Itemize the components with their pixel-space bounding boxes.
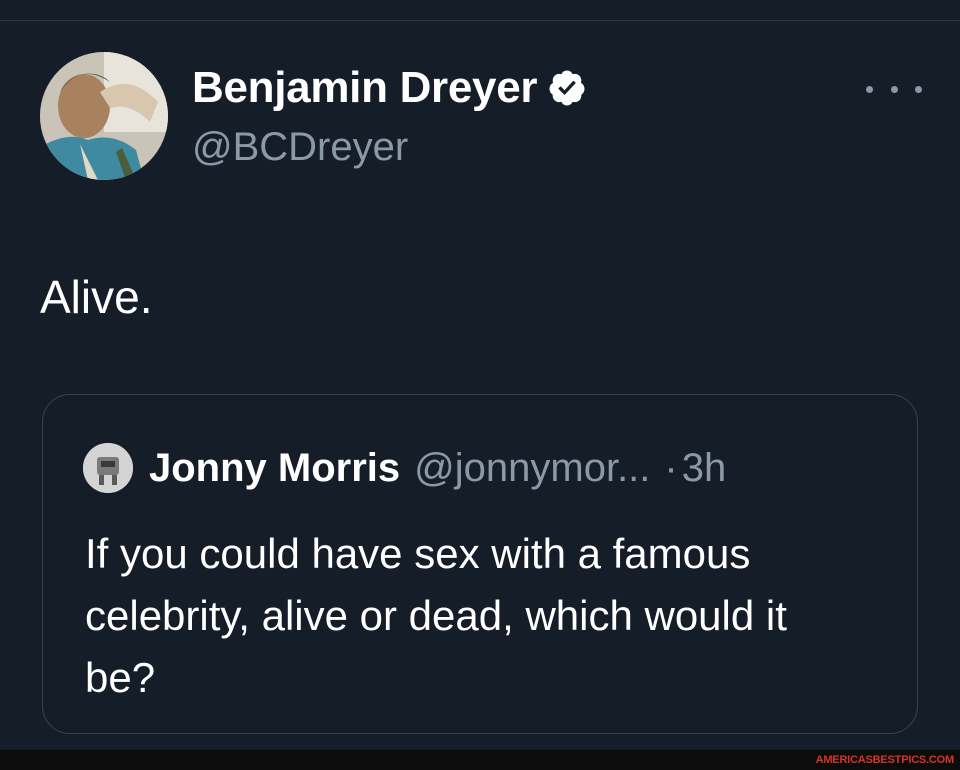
- author-display-name[interactable]: Benjamin Dreyer: [192, 60, 538, 116]
- verified-badge-icon: [549, 70, 585, 106]
- watermark-text: AMERICASBESTPICS.COM: [815, 754, 955, 766]
- person-avatar-icon: [83, 443, 133, 493]
- person-avatar-icon: [40, 52, 168, 180]
- quoted-tweet-header: Jonny Morris @jonnymor... · 3h: [83, 443, 726, 493]
- tweet-text: Alive.: [40, 271, 153, 323]
- quoted-author-display-name[interactable]: Jonny Morris: [149, 443, 400, 493]
- top-divider: [0, 20, 960, 21]
- author-handle[interactable]: @BCDreyer: [192, 122, 408, 172]
- separator-dot: ·: [664, 446, 678, 490]
- quoted-tweet-text: If you could have sex with a famous cele…: [85, 530, 787, 701]
- quoted-tweet-card[interactable]: Jonny Morris @jonnymor... · 3h If you co…: [42, 394, 918, 734]
- more-dots-icon: [915, 85, 922, 93]
- quoted-author-avatar[interactable]: [83, 443, 133, 493]
- author-avatar[interactable]: [40, 52, 168, 180]
- watermark-bar: AMERICASBESTPICS.COM: [0, 750, 960, 770]
- quoted-author-handle[interactable]: @jonnymor...: [414, 443, 650, 493]
- more-dots-icon: [866, 85, 873, 93]
- author-name-row: Benjamin Dreyer: [192, 60, 587, 116]
- more-dots-icon: [890, 85, 898, 93]
- more-options-button[interactable]: [866, 74, 922, 104]
- quoted-tweet-time[interactable]: 3h: [682, 443, 727, 493]
